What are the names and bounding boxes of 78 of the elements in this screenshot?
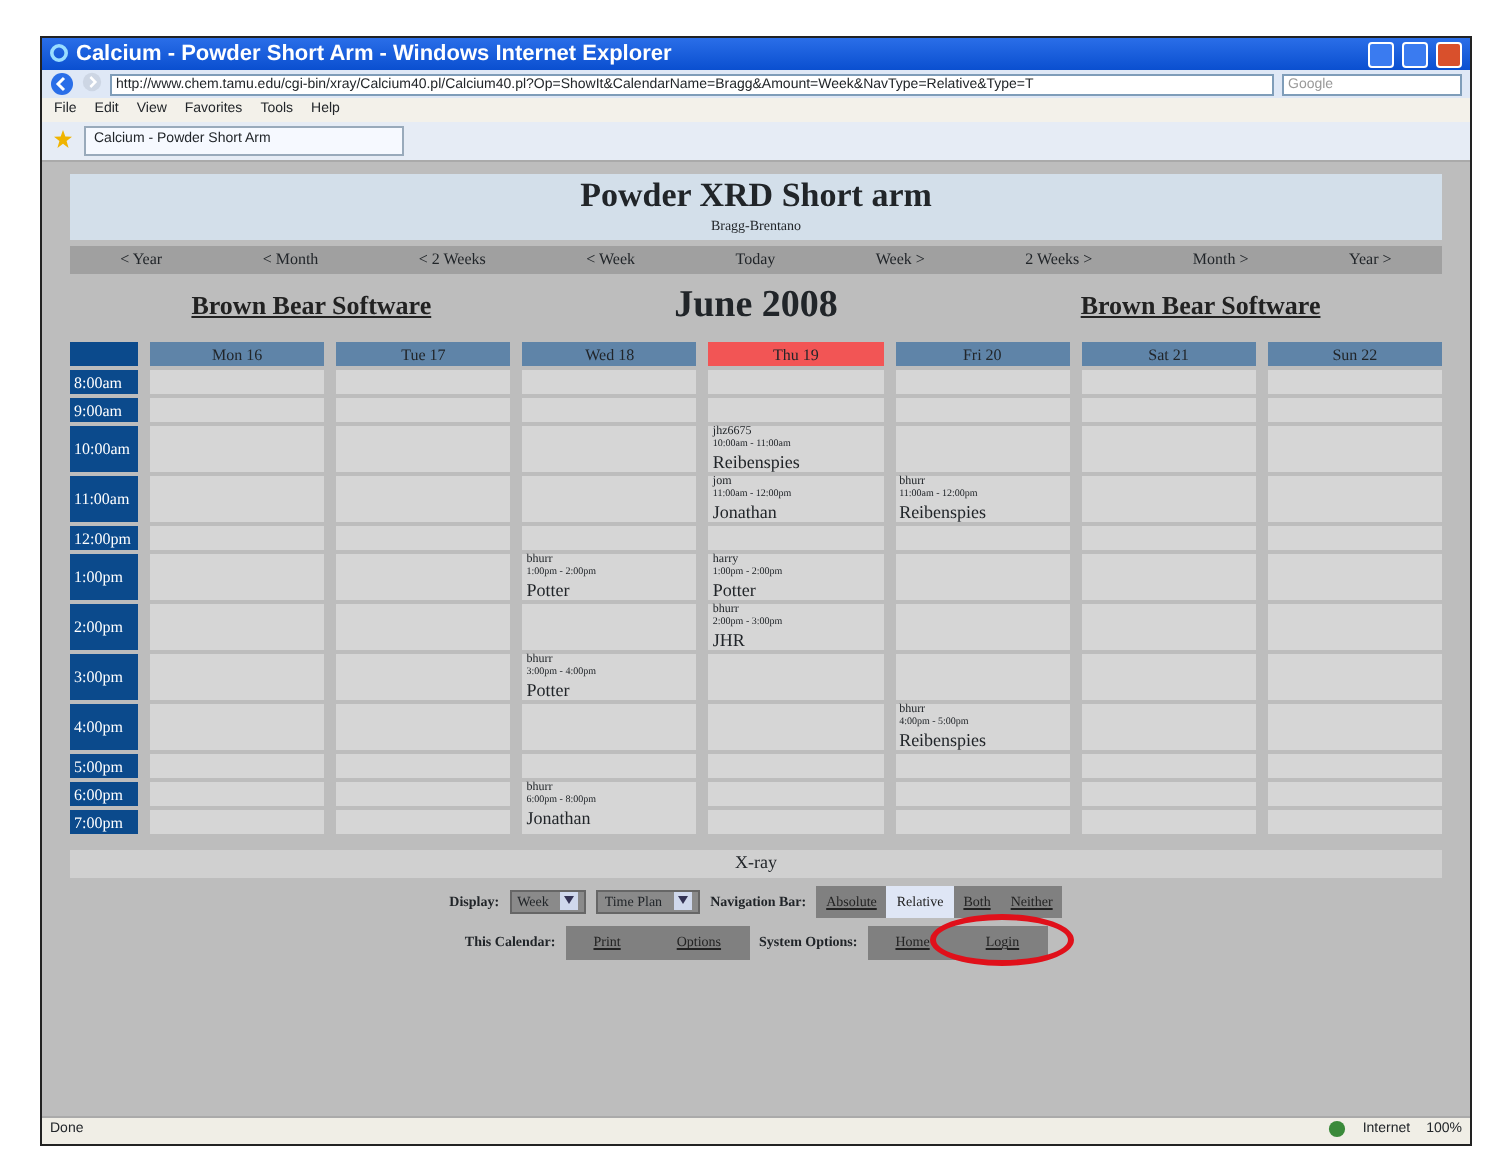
calendar-cell[interactable] [1069, 810, 1256, 834]
minimize-button[interactable] [1368, 41, 1394, 67]
close-button[interactable] [1436, 41, 1462, 67]
browser-logo-icon [50, 44, 68, 63]
time-label: 1:00pm [70, 554, 138, 600]
caret-icon [564, 895, 575, 904]
calendar-cell[interactable] [883, 554, 1070, 600]
event-title: Reibenspies [712, 452, 802, 472]
time-label: 5:00pm [70, 754, 138, 778]
calendar-cell[interactable] [883, 782, 1070, 806]
event-title: Potter [712, 580, 758, 600]
globe-icon [1328, 1120, 1347, 1139]
nav-link[interactable]: < 2 Weeks [418, 247, 486, 271]
nav-link[interactable]: Month > [1192, 247, 1249, 271]
time-label: 8:00am [70, 370, 138, 394]
calendar-cell[interactable] [1069, 604, 1256, 650]
time-label: 11:00am [70, 476, 138, 522]
calendar-cell[interactable] [1069, 782, 1256, 806]
calendar-cell[interactable] [883, 398, 1070, 422]
event-title: Jonathan [712, 502, 779, 522]
event-title: Potter [526, 680, 572, 700]
event-title: Reibenspies [899, 730, 989, 750]
calendar-cell[interactable] [1069, 476, 1256, 522]
calendar-cell[interactable] [883, 604, 1070, 650]
day-link[interactable]: Sun 22 [1332, 345, 1378, 363]
nav-link[interactable]: < Year [120, 247, 163, 271]
calendar-cell[interactable] [883, 526, 1070, 550]
calendar-cell[interactable] [1069, 526, 1256, 550]
calendar-cell[interactable] [883, 754, 1070, 778]
month-title: June 2008 [674, 281, 838, 329]
software-link[interactable]: Brown Bear Software [1080, 286, 1321, 325]
day-header[interactable]: Fri 20 [883, 342, 1070, 366]
nav-link[interactable]: Week > [875, 247, 925, 271]
star-icon[interactable] [54, 130, 72, 149]
event-title: JHR [712, 630, 747, 650]
calendar-cell[interactable] [883, 654, 1070, 700]
nav-link[interactable]: Today [735, 247, 776, 271]
day-link[interactable]: Mon 16 [212, 345, 263, 363]
maximize-button[interactable] [1402, 41, 1428, 67]
nav-link[interactable]: 2 Weeks > [1025, 247, 1093, 271]
nav-link[interactable]: Year > [1348, 247, 1392, 271]
time-label: 6:00pm [70, 782, 138, 806]
calendar-cell[interactable] [883, 370, 1070, 394]
calendar-cell[interactable] [1069, 704, 1256, 750]
calendar-cell[interactable] [883, 810, 1070, 834]
calendar-cell[interactable] [1069, 654, 1256, 700]
day-link[interactable]: Tue 17 [401, 345, 446, 363]
back-icon[interactable] [50, 71, 74, 96]
time-label: 10:00am [70, 426, 138, 472]
caret-icon [678, 895, 689, 904]
event-title: Reibenspies [899, 502, 989, 522]
day-link[interactable]: Wed 18 [585, 345, 635, 363]
nav-link[interactable]: < Month [262, 247, 319, 271]
page-title: Powder XRD Short arm [578, 176, 934, 216]
time-label: 2:00pm [70, 604, 138, 650]
window-title: Calcium - Powder Short Arm - Windows Internet Explorer [76, 39, 674, 70]
event-title: Jonathan [526, 808, 593, 828]
time-header [70, 342, 138, 366]
forward-icon[interactable] [82, 72, 102, 93]
calendar-cell[interactable] [1069, 554, 1256, 600]
time-label: 9:00am [70, 398, 138, 422]
time-label: 12:00pm [70, 526, 138, 550]
time-label: 7:00pm [70, 810, 138, 834]
day-link[interactable]: Sat 21 [1148, 345, 1189, 363]
calendar-cell[interactable] [1069, 398, 1256, 422]
calendar-cell[interactable] [1069, 754, 1256, 778]
time-label: 4:00pm [70, 704, 138, 750]
calendar-cell[interactable] [1069, 426, 1256, 472]
footer-title: X-ray [70, 850, 1442, 877]
calendar-cell[interactable] [1069, 370, 1256, 394]
event-title: Potter [526, 580, 572, 600]
time-label: 3:00pm [70, 654, 138, 700]
software-link[interactable]: Brown Bear Software [191, 286, 432, 325]
day-header[interactable]: Sat 21 [1069, 342, 1256, 366]
day-link[interactable]: Thu 19 [773, 345, 819, 363]
calendar-cell[interactable] [883, 426, 1070, 472]
day-link[interactable]: Fri 20 [962, 345, 1002, 363]
nav-link[interactable]: < Week [586, 247, 636, 271]
